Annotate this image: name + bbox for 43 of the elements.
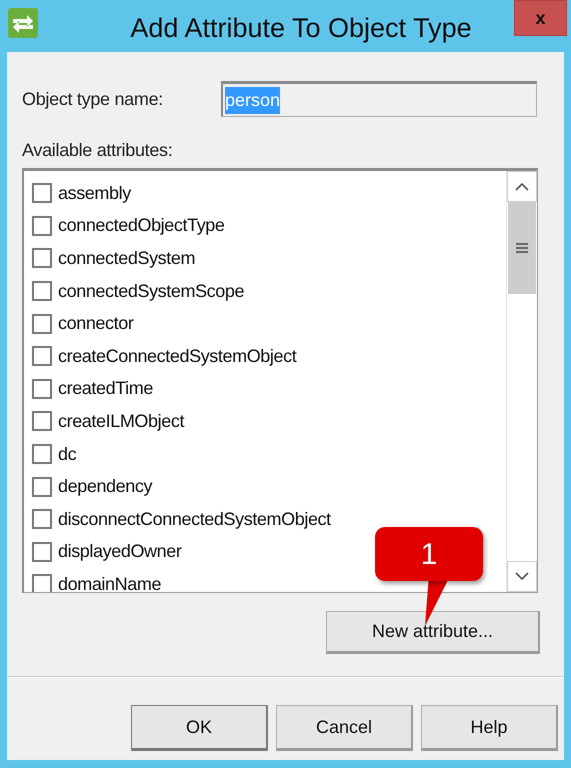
attribute-list[interactable] <box>22 168 538 593</box>
chevron-down-icon <box>515 572 529 581</box>
checkbox[interactable] <box>32 183 52 204</box>
checkbox[interactable] <box>32 346 52 366</box>
checkbox[interactable] <box>32 248 52 268</box>
attribute-label[interactable]: connectedSystemScope <box>58 278 244 305</box>
field-label: Object type name: <box>22 88 164 111</box>
new-attribute-button[interactable]: New attribute... <box>326 611 540 654</box>
attribute-label[interactable]: createdTime <box>58 375 153 402</box>
attribute-label[interactable]: connectedObjectType <box>58 212 225 240</box>
scrollbar-thumb[interactable] <box>508 202 536 294</box>
dialog-button[interactable]: OK <box>131 705 268 751</box>
attribute-label[interactable]: createILMObject <box>58 408 184 435</box>
dialog-button[interactable]: Cancel <box>276 705 413 751</box>
scroll-down-button[interactable] <box>507 561 537 592</box>
attribute-label[interactable]: domainName <box>58 570 162 592</box>
attribute-label[interactable]: dc <box>58 440 76 468</box>
attribute-label[interactable]: connector <box>58 310 134 338</box>
scroll-up-button[interactable] <box>507 171 537 202</box>
chevron-up-icon <box>515 182 529 191</box>
attribute-label[interactable]: connectedSystem <box>58 244 196 272</box>
checkbox[interactable] <box>32 314 52 334</box>
attribute-label[interactable]: disconnectConnectedSystemObject <box>58 506 331 533</box>
attribute-label[interactable]: dependency <box>58 473 152 500</box>
checkbox[interactable] <box>32 509 52 530</box>
close-button[interactable]: x <box>514 0 567 36</box>
checkbox[interactable] <box>32 444 52 464</box>
list-label: Available attributes: <box>22 139 174 162</box>
attribute-label[interactable]: createConnectedSystemObject <box>58 342 296 370</box>
attribute-label[interactable]: displayedOwner <box>58 538 182 566</box>
checkbox[interactable] <box>32 411 52 432</box>
app-icon <box>8 8 38 38</box>
dialog-button[interactable]: Help <box>421 705 558 751</box>
checkbox[interactable] <box>32 476 52 497</box>
attribute-label[interactable]: assembly <box>58 180 131 207</box>
checkbox[interactable] <box>32 378 52 399</box>
callout-badge: 1 <box>375 527 483 581</box>
field-value: person <box>225 86 280 114</box>
window-title: Add Attribute To Object Type <box>130 12 472 45</box>
checkbox[interactable] <box>32 574 52 592</box>
checkbox[interactable] <box>32 281 52 302</box>
checkbox[interactable] <box>32 542 52 562</box>
checkbox[interactable] <box>32 216 52 236</box>
